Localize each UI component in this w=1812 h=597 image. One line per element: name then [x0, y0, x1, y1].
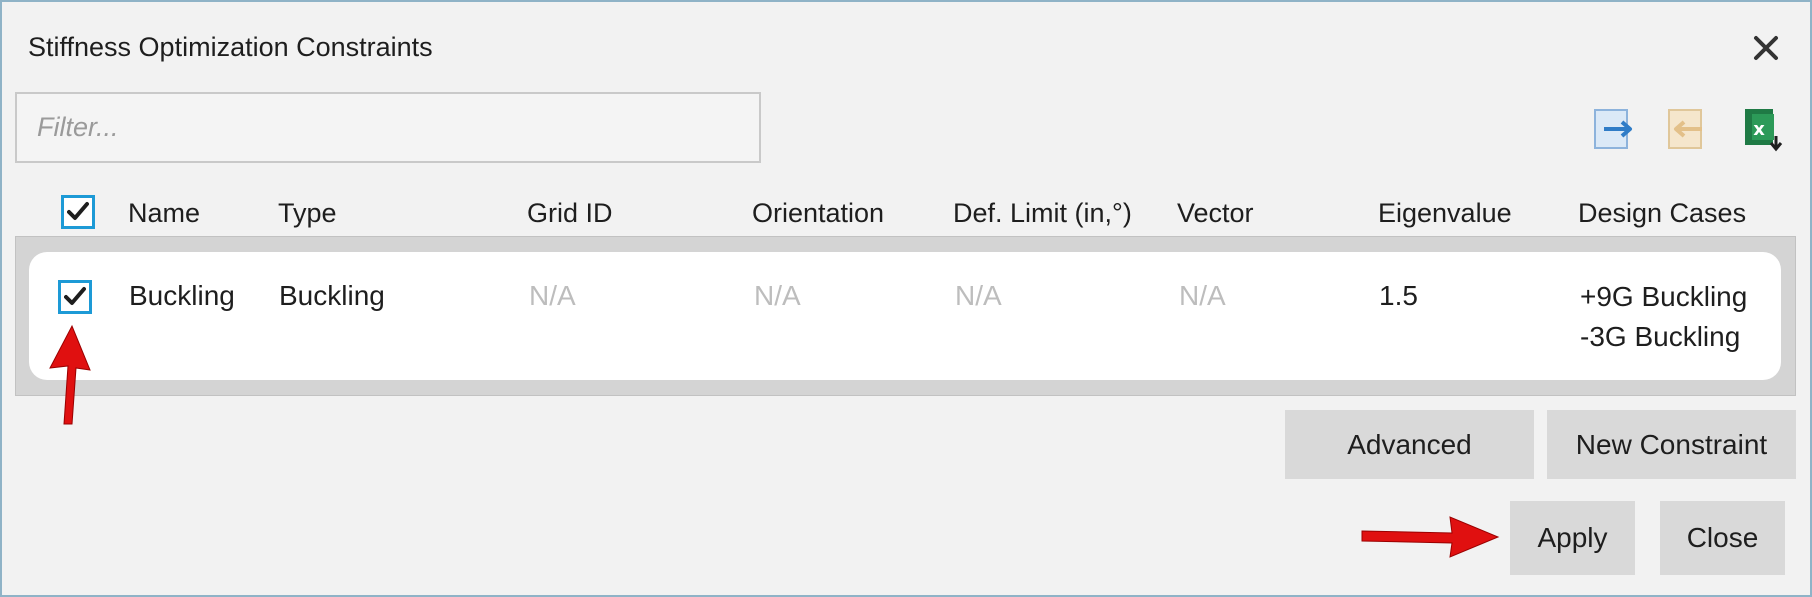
table-header: Name Type Grid ID Orientation Def. Limit… [0, 192, 1812, 238]
new-constraint-button[interactable]: New Constraint [1547, 410, 1796, 479]
column-header-eigenvalue[interactable]: Eigenvalue [1378, 198, 1512, 229]
design-case-item: -3G Buckling [1580, 321, 1741, 352]
row-grid-id: N/A [529, 280, 576, 311]
row-vector: N/A [1179, 280, 1226, 311]
table-row[interactable] [29, 252, 1781, 380]
column-header-design-cases[interactable]: Design Cases [1578, 198, 1746, 229]
annotation-arrow-up-icon [49, 324, 91, 425]
row-eigenvalue: 1.5 [1379, 280, 1418, 311]
row-def-limit: N/A [955, 280, 1002, 311]
close-button[interactable]: Close [1660, 501, 1785, 575]
apply-button[interactable]: Apply [1510, 501, 1635, 575]
design-case-item: +9G Buckling [1580, 281, 1748, 312]
row-name: Buckling [129, 280, 235, 311]
row-orientation: N/A [754, 280, 801, 311]
column-header-type[interactable]: Type [278, 198, 337, 229]
annotation-arrow-right-icon [1361, 516, 1500, 558]
row-checkbox[interactable] [58, 280, 92, 314]
excel-export-icon[interactable]: x [1740, 106, 1784, 152]
advanced-button[interactable]: Advanced [1285, 410, 1534, 479]
checkmark-icon [67, 202, 89, 220]
close-icon[interactable] [1748, 30, 1784, 66]
checkmark-icon [64, 287, 86, 305]
export-icon[interactable] [1666, 106, 1710, 152]
column-header-grid-id[interactable]: Grid ID [527, 198, 613, 229]
row-type: Buckling [279, 280, 385, 311]
dialog-title: Stiffness Optimization Constraints [28, 32, 433, 62]
column-header-def-limit[interactable]: Def. Limit (in,°) [953, 198, 1132, 229]
filter-input[interactable] [15, 92, 761, 163]
row-design-cases: +9G Buckling -3G Buckling [1580, 277, 1747, 357]
svg-text:x: x [1753, 119, 1765, 140]
column-header-name[interactable]: Name [128, 198, 200, 229]
select-all-checkbox[interactable] [61, 195, 95, 229]
column-header-orientation[interactable]: Orientation [752, 198, 884, 229]
import-icon[interactable] [1592, 106, 1636, 152]
column-header-vector[interactable]: Vector [1177, 198, 1254, 229]
